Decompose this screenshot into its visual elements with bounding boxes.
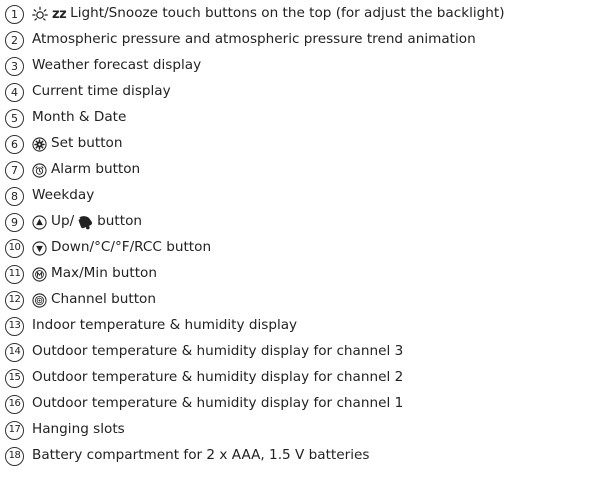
item-number: 14	[5, 342, 24, 362]
item-label: Alarm button	[51, 161, 141, 178]
item-label: Outdoor temperature & humidity display f…	[32, 395, 404, 412]
max-min-icon	[32, 266, 47, 282]
legend-item-6: 6 Set button	[5, 133, 122, 155]
item-label: Outdoor temperature & humidity display f…	[32, 343, 404, 360]
legend-item-3: 3 Weather forecast display	[5, 55, 201, 77]
item-label: Indoor temperature & humidity display	[32, 317, 298, 334]
item-label: Atmospheric pressure and atmospheric pre…	[32, 31, 476, 48]
item-number: 4	[5, 82, 24, 102]
legend-item-1: 1 zz Light/Snooze touch buttons on the t…	[5, 3, 505, 25]
legend-item-18: 18 Battery compartment for 2 x AAA, 1.5 …	[5, 445, 369, 467]
item-label: Current time display	[32, 83, 171, 100]
item-number: 2	[5, 30, 24, 50]
legend-item-9: 9 Up/ button	[5, 211, 142, 233]
snooze-zz-icon: zz	[52, 6, 67, 22]
item-label: Max/Min button	[51, 265, 157, 282]
legend-item-4: 4 Current time display	[5, 81, 171, 103]
item-label: Hanging slots	[32, 421, 125, 438]
legend-item-7: 7 Alarm button	[5, 159, 140, 181]
item-label-prefix: Up/	[51, 213, 75, 230]
gear-icon	[32, 136, 47, 152]
item-number: 11	[5, 264, 24, 284]
item-label: Weather forecast display	[32, 57, 202, 74]
legend-item-10: 10 Down/°C/°F/RCC button	[5, 237, 211, 259]
item-label: Down/°C/°F/RCC button	[51, 239, 212, 256]
item-number: 16	[5, 394, 24, 414]
legend-item-16: 16 Outdoor temperature & humidity displa…	[5, 393, 403, 415]
legend-item-14: 14 Outdoor temperature & humidity displa…	[5, 341, 403, 363]
item-label: button	[97, 213, 143, 230]
channel-icon	[32, 292, 47, 308]
legend-item-8: 8 Weekday	[5, 185, 94, 207]
item-number: 6	[5, 134, 24, 154]
alarm-clock-icon	[32, 162, 47, 178]
legend-item-12: 12 Channel button	[5, 289, 156, 311]
item-number: 15	[5, 368, 24, 388]
item-label: Battery compartment for 2 x AAA, 1.5 V b…	[32, 447, 370, 464]
item-number: 13	[5, 316, 24, 336]
bell-icon	[77, 215, 93, 229]
legend-item-15: 15 Outdoor temperature & humidity displa…	[5, 367, 403, 389]
item-number: 3	[5, 56, 24, 76]
legend-item-13: 13 Indoor temperature & humidity display	[5, 315, 297, 337]
legend-list: 1 zz Light/Snooze touch buttons on the t…	[0, 0, 615, 481]
up-triangle-icon	[32, 214, 47, 230]
legend-item-5: 5 Month & Date	[5, 107, 126, 129]
item-label: Weekday	[32, 187, 95, 204]
item-number: 5	[5, 108, 24, 128]
item-number: 1	[5, 4, 24, 24]
item-label: Channel button	[51, 291, 156, 308]
item-number: 10	[5, 238, 24, 258]
item-number: 9	[5, 212, 24, 232]
item-number: 17	[5, 420, 24, 440]
legend-item-17: 17 Hanging slots	[5, 419, 125, 441]
down-triangle-icon	[32, 240, 47, 256]
item-label: Light/Snooze touch buttons on the top (f…	[70, 5, 505, 22]
item-label: Month & Date	[32, 109, 127, 126]
item-number: 18	[5, 446, 24, 466]
item-number: 8	[5, 186, 24, 206]
legend-item-2: 2 Atmospheric pressure and atmospheric p…	[5, 29, 476, 51]
item-number: 7	[5, 160, 24, 180]
item-label: Outdoor temperature & humidity display f…	[32, 369, 404, 386]
item-number: 12	[5, 290, 24, 310]
item-label: Set button	[51, 135, 123, 152]
legend-item-11: 11 Max/Min button	[5, 263, 157, 285]
sun-icon	[32, 6, 48, 21]
